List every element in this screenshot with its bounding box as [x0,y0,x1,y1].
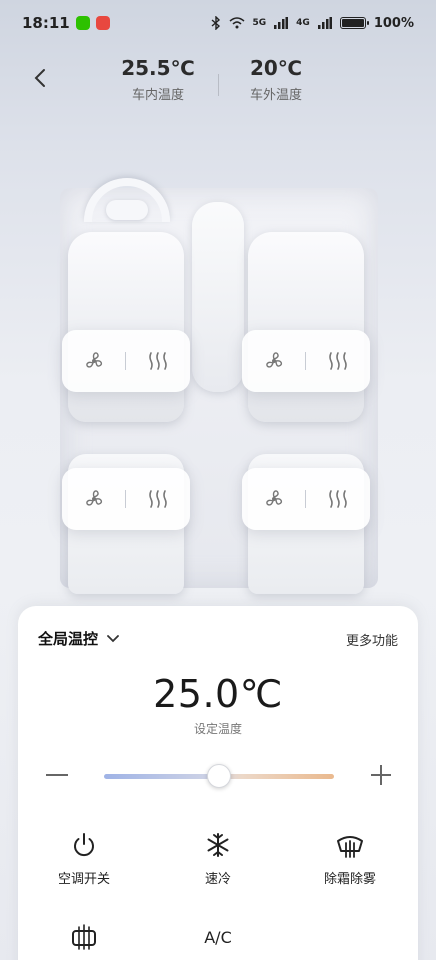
ac-power-label: 空调开关 [57,872,110,887]
inside-temp-label: 车内温度 [131,88,184,103]
defrost-label: 除霜除雾 [323,872,376,887]
network-type-5g: 5G [252,18,267,28]
signal-icon-2 [317,17,332,29]
inside-temp-block: 25.5℃ 车内温度 [98,56,218,103]
chevron-left-icon [34,69,45,87]
rear-defrost-button[interactable] [34,922,134,952]
temperature-slider-thumb[interactable] [207,764,231,788]
wifi-icon [229,17,245,29]
seat-heat-icon [148,490,167,508]
network-type-4g: 4G [296,18,310,28]
status-bar: 18:11 5G 4G 100% [0,0,436,46]
seat-heat-icon [328,352,347,370]
taobao-icon [95,16,110,30]
snowflake-icon [207,833,229,857]
seat-heat-button-rear-left[interactable] [126,468,189,530]
quick-cool-button[interactable]: 速冷 [168,830,268,887]
defrost-icon [337,836,363,858]
seat-front-right [248,232,364,422]
seat-fan-button-front-right[interactable] [242,330,305,392]
ac-text: A/C [204,927,232,947]
temperature-decrease-button[interactable] [46,774,68,776]
center-console [192,202,244,392]
battery-icon [339,17,369,29]
seat-heat-button-rear-right[interactable] [306,468,369,530]
more-functions-link[interactable]: 更多功能 [346,630,398,649]
seat-fan-button-front-left[interactable] [62,330,125,392]
outside-temp-value: 20℃ [249,56,303,80]
inside-temp-value: 25.5℃ [121,56,195,80]
ac-power-button[interactable]: 空调开关 [34,830,134,887]
ac-mode-button[interactable]: A/C [168,922,268,952]
seat-control-front-right [242,330,370,392]
status-right: 5G 4G 100% [211,16,414,31]
signal-icon [274,17,289,29]
back-button[interactable] [28,64,52,92]
seat-fan-button-rear-right[interactable] [242,468,305,530]
defrost-button[interactable]: 除霜除雾 [300,830,400,887]
power-icon [74,833,94,857]
seat-control-rear-right [242,468,370,530]
zone-selector-label: 全局温控 [38,630,99,648]
seat-front-left [68,232,184,422]
seat-fan-button-rear-left[interactable] [62,468,125,530]
bluetooth-icon [211,16,220,30]
status-time: 18:11 [22,14,70,32]
zone-selector[interactable]: 全局温控 [38,628,120,649]
seat-heat-button-front-left[interactable] [126,330,189,392]
wechat-icon [75,16,90,30]
set-temperature-label: 设定温度 [193,722,242,736]
seat-heat-button-front-right[interactable] [306,330,369,392]
battery-percent: 100% [373,15,414,31]
outside-temp-label: 车外温度 [249,88,302,103]
outside-temp-block: 20℃ 车外温度 [216,56,336,103]
chevron-down-icon [107,634,119,642]
set-temperature-value: 25.0℃ [153,672,283,716]
climate-control-panel: 全局温控 更多功能 25.0℃ 设定温度 空调开关 速冷 除霜除雾 A/C [18,606,418,960]
seat-control-rear-left [62,468,190,530]
header: 25.5℃ 车内温度 20℃ 车外温度 [0,48,436,108]
fan-icon [85,490,102,506]
temperature-increase-button[interactable] [370,764,392,786]
quick-cool-label: 速冷 [204,872,231,887]
rear-defrost-icon [72,924,96,950]
seat-heat-icon [148,352,167,370]
steering-hub [106,200,148,220]
fan-icon [85,352,102,368]
seat-heat-icon [328,490,347,508]
seat-control-front-left [62,330,190,392]
fan-icon [265,490,282,506]
fan-icon [265,352,282,368]
